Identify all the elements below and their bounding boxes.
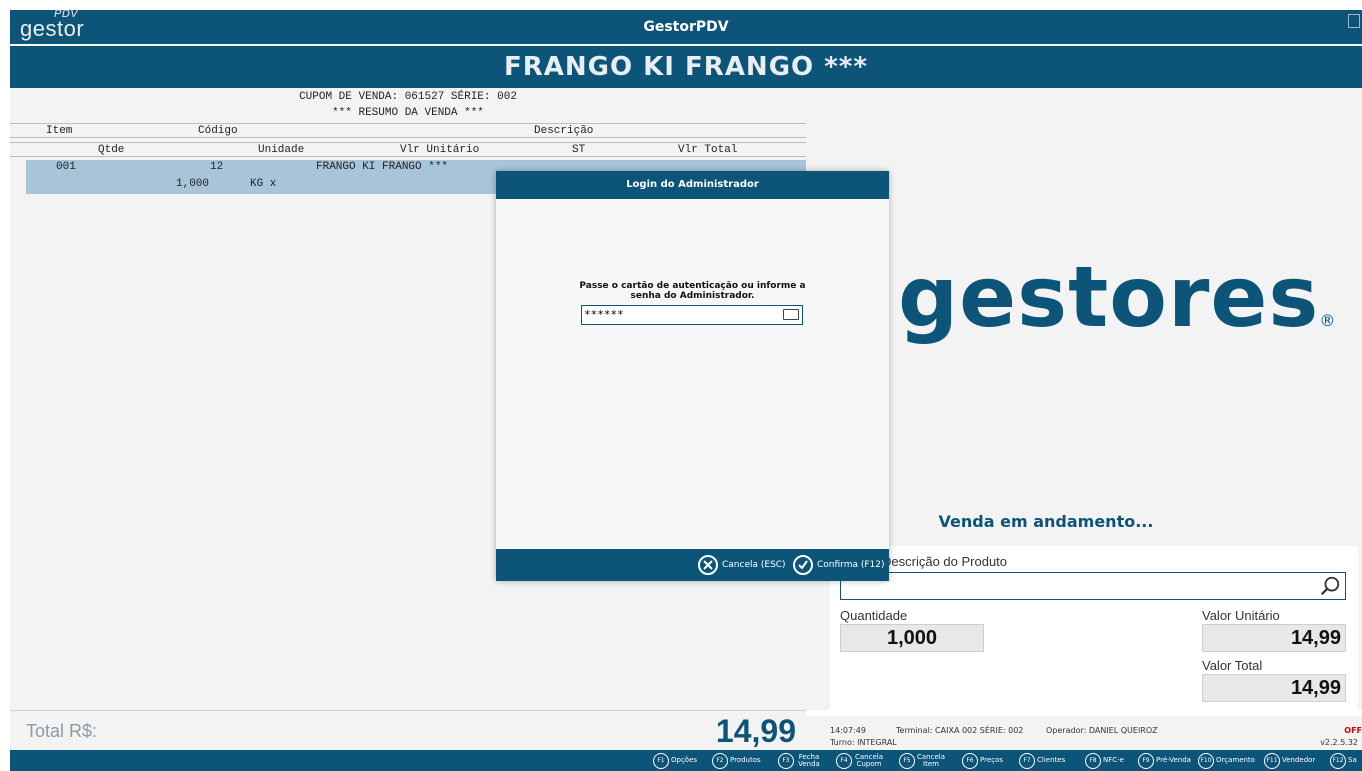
check-circle-icon [793,555,813,575]
admin-login-dialog: Login do Administrador Passe o cartão de… [496,171,889,581]
fkey-f3-fecha-venda[interactable]: F3 Fecha Venda [778,752,822,769]
search-icon[interactable] [1319,575,1341,597]
cupom-column-headers-2: Qtde Unidade Vlr Unitário ST Vlr Total [10,142,806,157]
row-qtde: 1,000 [176,178,210,190]
col-item: Item [46,125,73,137]
cupom-header: CUPOM DE VENDA: 061527 SÉRIE: 002 [299,91,517,103]
total-bar: Total R$: 14,99 [10,710,806,750]
valor-total-field: 14,99 [1202,674,1346,702]
function-key-bar: F1 Opções F2 Produtos F3 Fecha Venda F4 Canc… [10,750,1362,771]
row-codigo: 12 [210,161,224,173]
fkey-f5-cancela-item[interactable]: F5 Cancela Item [899,752,945,769]
dialog-title: Login do Administrador [496,171,889,199]
fkey-f9-pre-venda[interactable]: F9 Pré-Venda [1138,752,1191,769]
dialog-message: Passe o cartão de autenticação ou inform… [579,281,806,301]
valor-total-label: Valor Total [1202,658,1263,673]
product-search-input[interactable] [840,572,1346,600]
col-vlr-unitario: Vlr Unitário [400,144,480,156]
col-vlr-total: Vlr Total [678,144,738,156]
fkey-f8-nfce[interactable]: F8 NFC-e [1085,752,1124,769]
valor-unitario-label: Valor Unitário [1202,608,1280,623]
fkey-f7-clientes[interactable]: F7 Clientes [1019,752,1065,769]
col-descricao: Descrição [534,125,594,137]
row-item: 001 [56,161,76,173]
window-icon[interactable] [1348,14,1360,28]
admin-password-input[interactable]: ****** [581,305,803,325]
col-st: ST [572,144,586,156]
fkey-f11-vendedor[interactable]: F11 Vendedor [1264,752,1315,769]
total-value: 14,99 [715,713,796,749]
product-banner: FRANGO KI FRANGO *** [10,46,1362,88]
title-bar: gestor PDV GestorPDV [10,8,1362,44]
close-circle-icon [698,555,718,575]
col-qtde: Qtde [98,144,125,156]
dialog-footer: Cancela (ESC) Confirma (F12) [496,549,889,581]
product-panel: Descrição do Produto Quantidade 1,000 Va… [830,546,1358,716]
status-operador: Operador: DANIEL QUEIROZ [1046,726,1158,735]
fkey-f2-produtos[interactable]: F2 Produtos [712,752,761,769]
app-title: GestorPDV [643,19,729,35]
status-turno: Turno: INTEGRAL [830,738,897,747]
status-terminal: Terminal: CAIXA 002 SÉRIE: 002 [896,726,1024,735]
total-label: Total R$: [26,721,98,741]
status-bar: 14:07:49 Terminal: CAIXA 002 SÉRIE: 002 … [806,716,1362,750]
fkey-f4-cancela-cupom[interactable]: F4 Cancela Cupom [836,752,884,769]
fkey-f1-opcoes[interactable]: F1 Opções [653,752,697,769]
quantidade-field[interactable]: 1,000 [840,624,984,652]
fkey-f12-sair[interactable]: F12 Sa [1330,752,1357,769]
quantidade-label: Quantidade [840,608,908,623]
fkey-f6-precos[interactable]: F6 Preços [962,752,1003,769]
col-unidade: Unidade [258,144,305,156]
status-time: 14:07:49 [830,726,866,735]
valor-unitario-field: 14,99 [1202,624,1346,652]
cupom-column-headers-1: Item Código Descrição [10,123,806,138]
row-descricao: FRANGO KI FRANGO *** [316,161,449,173]
status-offline: OFF [1344,726,1362,735]
confirm-button[interactable]: Confirma (F12) [793,554,885,576]
cancel-button[interactable]: Cancela (ESC) [698,554,786,576]
col-codigo: Código [198,125,238,137]
keyboard-icon[interactable] [783,309,799,320]
status-version: v2.2.5.32 [1320,738,1358,747]
descricao-label: Descrição do Produto [882,554,1008,569]
brand-logo: gestores® [898,248,1337,346]
fkey-f10-orcamento[interactable]: F10 Orçamento [1198,752,1255,769]
row-unidade: KG x [250,178,277,190]
cupom-subheader: *** RESUMO DA VENDA *** [332,107,484,119]
